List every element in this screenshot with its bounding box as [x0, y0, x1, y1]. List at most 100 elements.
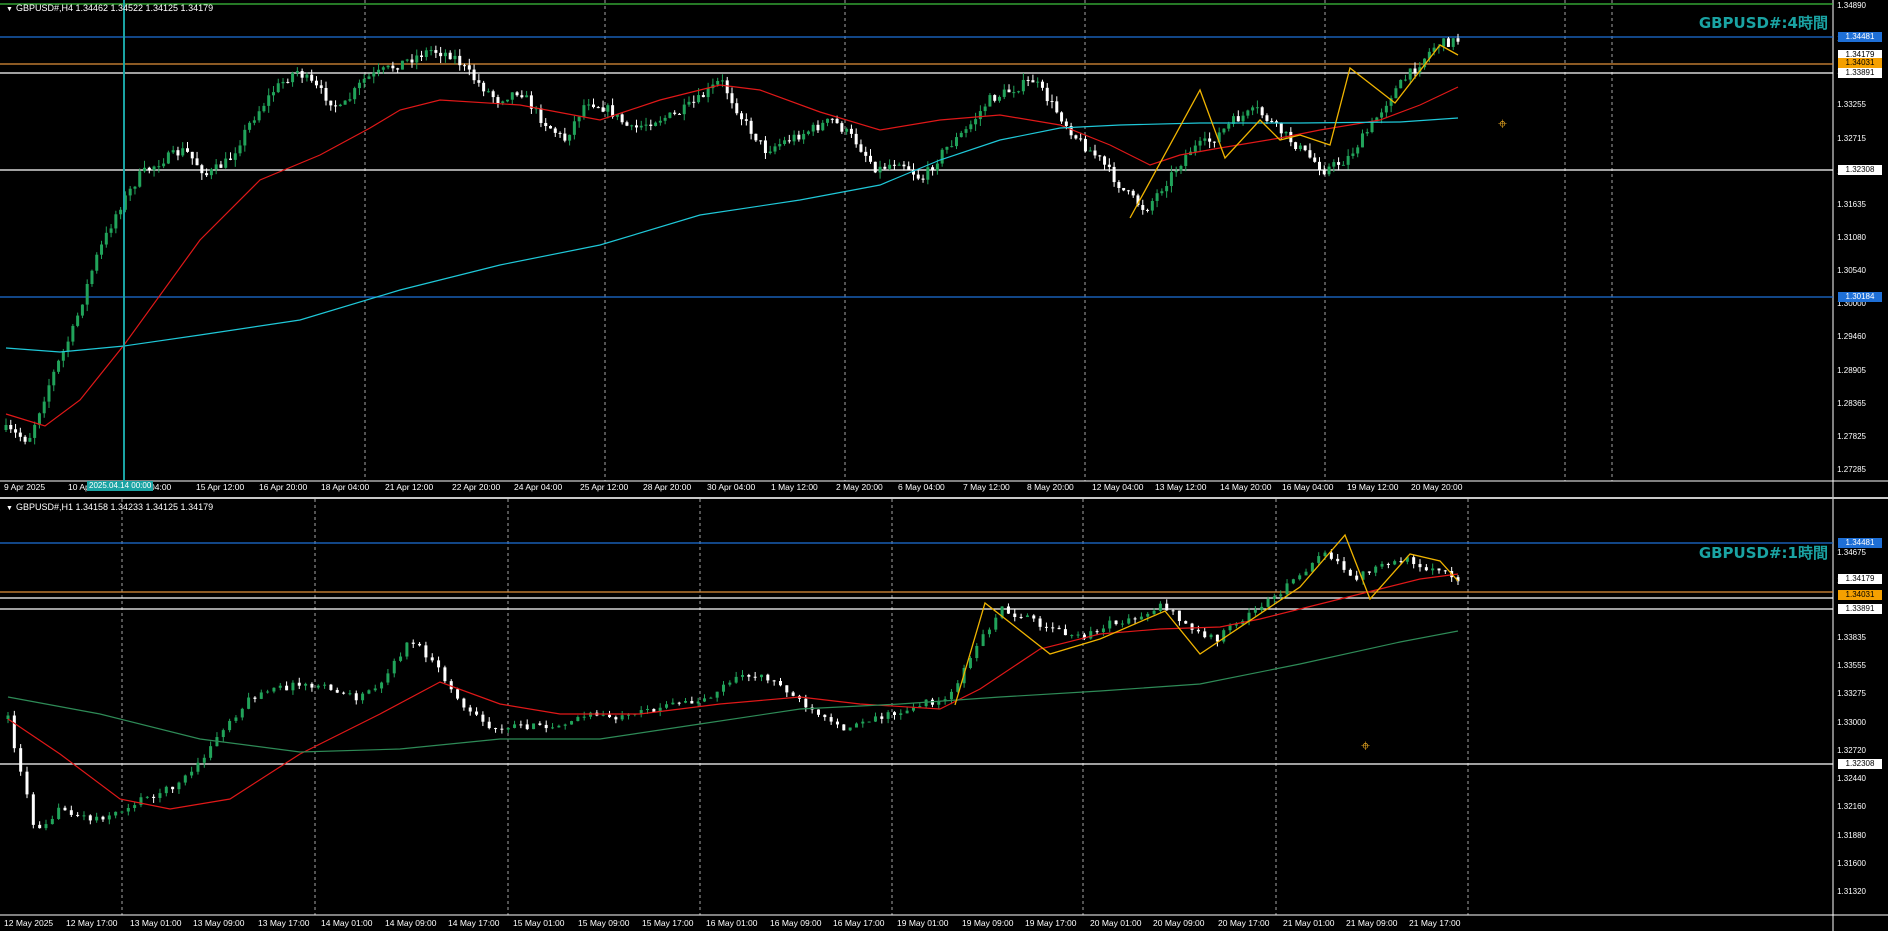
candle-body [520, 95, 524, 98]
candle-body [558, 132, 562, 134]
candle-body [1141, 205, 1145, 210]
h1-chart-canvas[interactable] [0, 499, 1888, 931]
candle-body [987, 629, 991, 635]
candle-body [797, 134, 801, 140]
candle-body [1060, 112, 1064, 122]
h4-chart-pane[interactable]: ▼ GBPUSD#,H4 1.34462 1.34522 1.34125 1.34… [0, 0, 1888, 497]
candle-body [42, 401, 46, 414]
candle-body [6, 715, 10, 719]
candle-body [1079, 138, 1083, 140]
candle-body [1012, 92, 1016, 94]
candle-body [271, 92, 275, 96]
candle-body [47, 385, 51, 402]
candle-body [1380, 563, 1384, 567]
candle-body [458, 55, 462, 66]
candle-body [1063, 629, 1067, 636]
candle-body [940, 149, 944, 164]
candle-body [1329, 552, 1333, 559]
candle-body [1222, 128, 1226, 133]
candle-body [706, 88, 710, 98]
candle-body [28, 437, 32, 442]
candle-body [969, 124, 973, 130]
candle-body [964, 129, 968, 133]
candle-body [439, 52, 443, 57]
candle-body [362, 78, 366, 83]
time-label: 30 Apr 04:00 [707, 482, 756, 492]
candle-body [486, 91, 490, 93]
candle-body [649, 124, 653, 126]
candle-body [709, 697, 713, 699]
zigzag-line [954, 533, 1459, 706]
candle-body [730, 93, 734, 104]
candle-body [1007, 89, 1011, 93]
price-label: 1.27285 [1837, 465, 1866, 474]
candle-body [1184, 155, 1188, 166]
candle-body [190, 771, 194, 776]
h1-chart-pane[interactable]: ▼ GBPUSD#,H1 1.34158 1.34233 1.34125 1.34… [0, 499, 1888, 931]
time-label: 18 Apr 04:00 [321, 482, 370, 492]
candle-body [849, 128, 853, 134]
candle-body [57, 360, 61, 372]
time-label: 16 May 04:00 [1282, 482, 1334, 492]
candle-body [766, 674, 770, 681]
candle-body [1133, 618, 1137, 620]
candle-body [1013, 613, 1017, 617]
candle-body [883, 166, 887, 169]
candle-body [297, 682, 301, 686]
candle-body [886, 712, 890, 719]
candle-body [437, 660, 441, 668]
candle-body [1055, 101, 1059, 113]
price-tag: 1.34031 [1838, 58, 1882, 68]
candle-body [1114, 620, 1118, 625]
h4-chart-canvas[interactable] [0, 0, 1888, 497]
candle-body [1298, 145, 1302, 150]
candle-body [272, 687, 276, 692]
candle-body [606, 105, 610, 112]
collapse-triangle-icon[interactable]: ▼ [6, 505, 13, 512]
candle-body [728, 682, 732, 685]
time-label: 21 May 09:00 [1346, 918, 1398, 928]
candle-body [25, 771, 29, 795]
time-label: 24 Apr 04:00 [514, 482, 563, 492]
time-label: 19 May 09:00 [962, 918, 1014, 928]
collapse-triangle-icon[interactable]: ▼ [6, 6, 13, 13]
candle-body [162, 163, 166, 167]
candle-body [506, 99, 510, 102]
candle-body [1456, 38, 1460, 42]
candle-body [267, 95, 271, 106]
candle-body [9, 425, 13, 430]
candle-body [806, 131, 810, 134]
candle-body [993, 95, 997, 101]
candle-body [1117, 182, 1121, 188]
candle-body [1209, 634, 1213, 638]
candle-body [107, 815, 111, 820]
candle-body [23, 436, 27, 442]
time-label: 20 May 09:00 [1153, 918, 1205, 928]
candle-body [576, 717, 580, 722]
candle-body [519, 724, 523, 726]
candle-body [338, 104, 342, 107]
candle-body [1360, 133, 1364, 148]
candle-body [754, 133, 758, 141]
candle-body [1215, 634, 1219, 642]
candle-body [95, 254, 99, 271]
candle-body [158, 793, 162, 798]
candle-body [285, 685, 289, 691]
candle-body [238, 145, 242, 154]
candle-body [367, 76, 371, 79]
candle-body [253, 697, 257, 699]
candle-body [1112, 166, 1116, 183]
candle-body [1017, 91, 1021, 93]
candle-body [400, 60, 404, 70]
candle-body [823, 714, 827, 718]
time-label: 14 May 01:00 [321, 918, 373, 928]
candle-body [1122, 187, 1126, 191]
candle-body [90, 270, 94, 285]
candle-body [1026, 79, 1030, 81]
candle-body [747, 674, 751, 677]
candle-body [1050, 101, 1054, 103]
candle-body [826, 118, 830, 123]
time-label: 20 May 01:00 [1090, 918, 1142, 928]
time-label: 15 May 17:00 [642, 918, 694, 928]
price-tag: 1.32308 [1838, 165, 1882, 175]
